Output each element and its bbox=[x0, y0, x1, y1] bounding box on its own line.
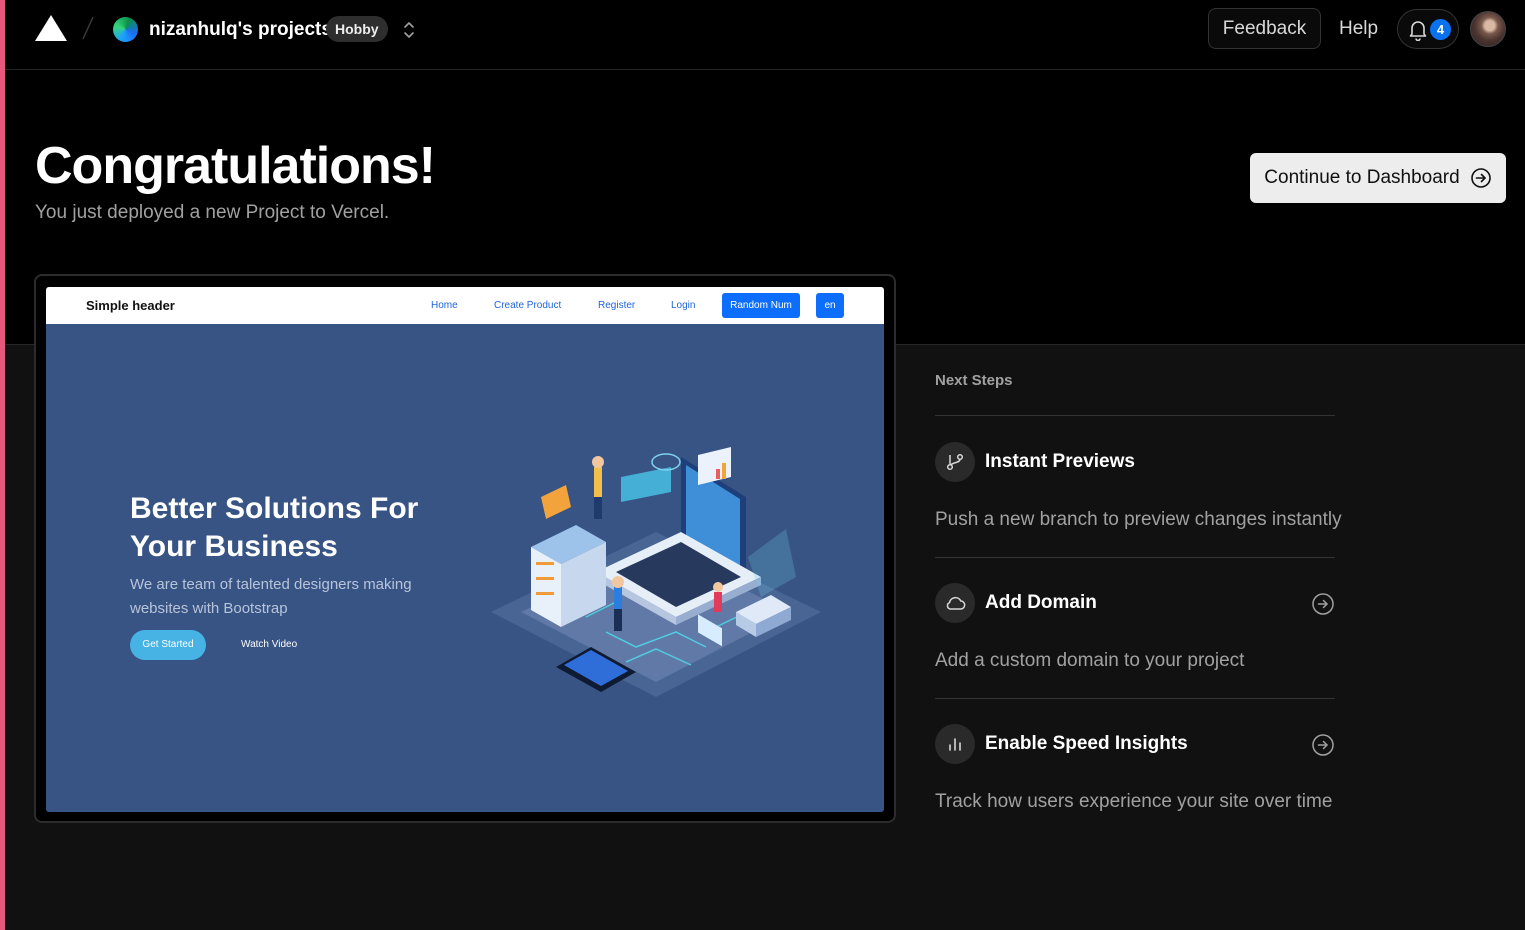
user-avatar[interactable] bbox=[1470, 11, 1506, 47]
team-switcher-chevrons-icon[interactable] bbox=[401, 18, 417, 42]
bar-chart-icon bbox=[935, 724, 975, 764]
arrow-right-circle-icon bbox=[1470, 168, 1491, 188]
preview-nav-create-product: Create Product bbox=[494, 300, 562, 311]
preview-nav-home: Home bbox=[431, 300, 458, 311]
preview-headline: Better Solutions For Your Business bbox=[130, 492, 419, 563]
preview-nav-login: Login bbox=[671, 300, 696, 311]
divider bbox=[935, 557, 1335, 558]
page-title: Congratulations! bbox=[35, 137, 436, 195]
next-step-title: Add Domain bbox=[985, 592, 1097, 613]
breadcrumb-separator-icon bbox=[82, 16, 94, 40]
team-avatar[interactable] bbox=[113, 17, 138, 42]
bell-icon bbox=[1409, 21, 1427, 41]
next-step-title: Enable Speed Insights bbox=[985, 733, 1188, 754]
arrow-right-circle-icon[interactable] bbox=[1311, 733, 1335, 757]
git-branch-icon bbox=[935, 442, 975, 482]
deployment-screenshot: Simple header Home Create Product Regist… bbox=[46, 287, 884, 812]
notifications-button[interactable]: 4 bbox=[1397, 9, 1459, 49]
page-subtitle: You just deployed a new Project to Verce… bbox=[35, 202, 390, 223]
next-step-title: Instant Previews bbox=[985, 451, 1135, 472]
divider bbox=[935, 698, 1335, 699]
plan-badge: Hobby bbox=[326, 16, 388, 42]
vercel-logo-icon[interactable] bbox=[35, 15, 67, 41]
left-window-edge bbox=[0, 0, 5, 930]
help-link[interactable]: Help bbox=[1339, 18, 1378, 40]
feedback-button[interactable]: Feedback bbox=[1208, 8, 1321, 49]
divider bbox=[935, 415, 1335, 416]
notification-count-badge: 4 bbox=[1430, 19, 1451, 40]
preview-site-brand: Simple header bbox=[86, 298, 175, 313]
preview-site-header: Simple header Home Create Product Regist… bbox=[46, 287, 884, 324]
next-step-add-domain[interactable]: Add Domain Add a custom domain to your p… bbox=[935, 583, 1335, 703]
next-step-instant-previews[interactable]: Instant Previews Push a new branch to pr… bbox=[935, 442, 1342, 562]
cloud-icon bbox=[935, 583, 975, 623]
next-steps-heading: Next Steps bbox=[935, 372, 1013, 389]
isometric-tech-illustration bbox=[491, 447, 821, 697]
preview-nav-register: Register bbox=[598, 300, 636, 311]
arrow-right-circle-icon[interactable] bbox=[1311, 592, 1335, 616]
preview-get-started-button: Get Started bbox=[130, 630, 206, 660]
preview-random-num-button: Random Num bbox=[722, 293, 800, 318]
deployment-preview[interactable]: Simple header Home Create Product Regist… bbox=[34, 274, 896, 823]
continue-to-dashboard-label: Continue to Dashboard bbox=[1264, 167, 1460, 188]
top-navigation: nizanhulq's projects Hobby Feedback Help… bbox=[5, 0, 1525, 70]
preview-description: We are team of talented designers making… bbox=[130, 576, 412, 617]
next-step-description: Add a custom domain to your project bbox=[935, 650, 1245, 671]
continue-to-dashboard-button[interactable]: Continue to Dashboard bbox=[1250, 153, 1506, 203]
preview-watch-video-link: Watch Video bbox=[241, 639, 298, 650]
team-name[interactable]: nizanhulq's projects bbox=[149, 19, 332, 41]
next-step-enable-speed-insights[interactable]: Enable Speed Insights Track how users ex… bbox=[935, 724, 1335, 844]
preview-language-button: en bbox=[816, 293, 844, 318]
next-step-description: Track how users experience your site ove… bbox=[935, 791, 1333, 812]
next-step-description: Push a new branch to preview changes ins… bbox=[935, 509, 1342, 530]
